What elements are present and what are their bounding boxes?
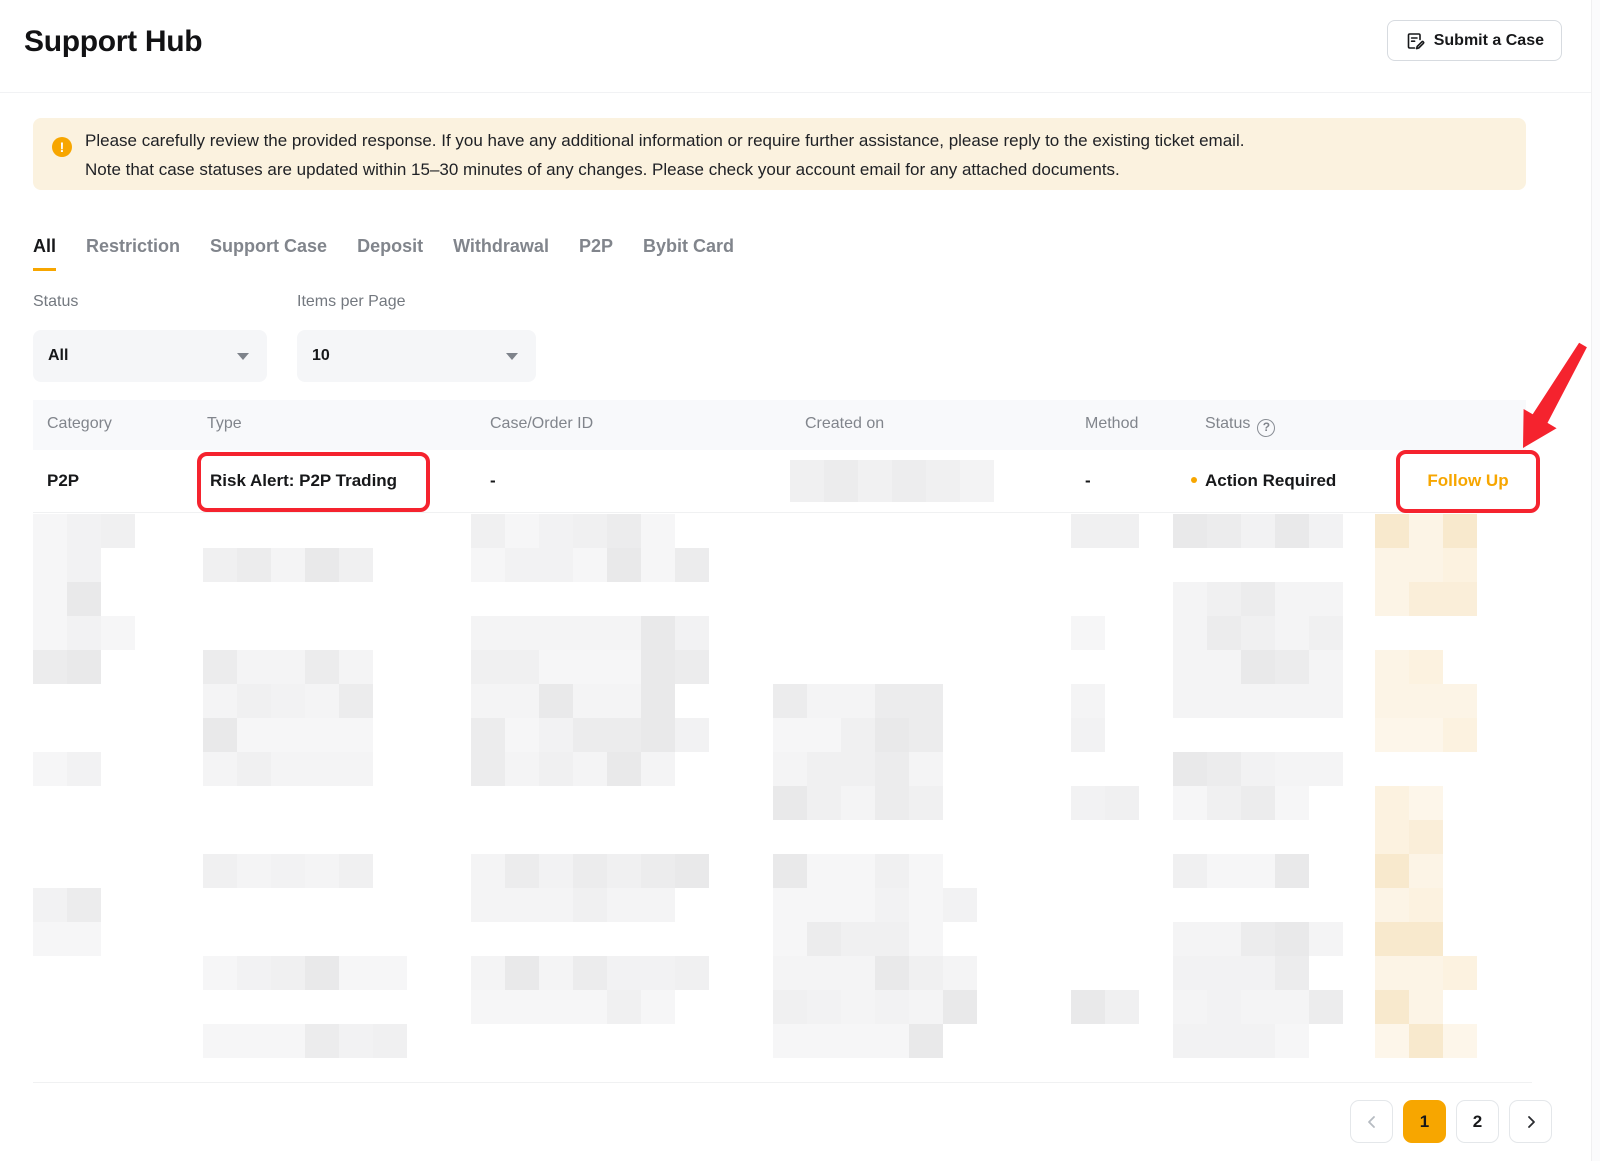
status-filter-label: Status — [33, 293, 78, 311]
notice-banner: ! Please carefully review the provided r… — [33, 118, 1526, 190]
tab-deposit[interactable]: Deposit — [357, 236, 423, 271]
redacted-created-on — [790, 460, 994, 502]
notice-line-2: Note that case statuses are updated with… — [85, 155, 1244, 184]
tab-restriction[interactable]: Restriction — [86, 236, 180, 271]
submit-case-button[interactable]: Submit a Case — [1387, 20, 1562, 61]
warning-icon: ! — [52, 137, 72, 157]
dropdown-caret-icon — [237, 353, 249, 360]
table-row: P2P Risk Alert: P2P Trading - - Action R… — [33, 450, 1526, 513]
status-help-icon[interactable]: ? — [1257, 419, 1275, 437]
notice-text: Please carefully review the provided res… — [85, 126, 1244, 184]
col-category: Category — [47, 415, 112, 433]
pagination-prev-button[interactable] — [1350, 1100, 1393, 1143]
status-text: Action Required — [1205, 471, 1336, 490]
items-per-page-value: 10 — [312, 347, 330, 365]
pagination-page-1-button[interactable]: 1 — [1403, 1100, 1446, 1143]
items-per-page-dropdown[interactable]: 10 — [297, 330, 536, 382]
submit-case-label: Submit a Case — [1434, 32, 1544, 50]
row-type: Risk Alert: P2P Trading — [210, 471, 397, 491]
status-filter-value: All — [48, 347, 68, 365]
items-per-page-label: Items per Page — [297, 293, 406, 311]
row-method: - — [1085, 471, 1091, 491]
row-status: Action Required — [1191, 471, 1336, 491]
page-title: Support Hub — [24, 25, 202, 59]
row-case-order-id: - — [490, 471, 496, 491]
status-dot-icon — [1191, 477, 1197, 483]
support-hub-page: Support Hub Submit a Case ! Please caref… — [0, 0, 1600, 1161]
tab-bybit-card[interactable]: Bybit Card — [643, 236, 734, 271]
tab-support-case[interactable]: Support Case — [210, 236, 327, 271]
scrollbar-track[interactable] — [1591, 0, 1600, 1161]
tab-p2p[interactable]: P2P — [579, 236, 613, 271]
chevron-right-icon — [1524, 1115, 1538, 1129]
status-filter-dropdown[interactable]: All — [33, 330, 267, 382]
col-type: Type — [207, 415, 242, 433]
col-created-on: Created on — [805, 415, 884, 433]
col-case-order-id: Case/Order ID — [490, 415, 593, 433]
category-tabs: All Restriction Support Case Deposit Wit… — [33, 236, 734, 271]
col-status-label: Status — [1205, 415, 1250, 432]
pagination-page-2-button[interactable]: 2 — [1456, 1100, 1499, 1143]
chevron-left-icon — [1365, 1115, 1379, 1129]
notice-line-1: Please carefully review the provided res… — [85, 126, 1244, 155]
submit-case-icon — [1405, 31, 1425, 51]
col-status: Status? — [1205, 415, 1275, 437]
follow-up-link[interactable]: Follow Up — [1396, 471, 1540, 491]
page-header: Support Hub Submit a Case — [0, 0, 1600, 93]
row-category: P2P — [47, 471, 79, 491]
tab-all[interactable]: All — [33, 236, 56, 271]
dropdown-caret-icon — [506, 353, 518, 360]
pagination: 1 2 — [1350, 1100, 1552, 1143]
tab-withdrawal[interactable]: Withdrawal — [453, 236, 549, 271]
col-method: Method — [1085, 415, 1138, 433]
pagination-next-button[interactable] — [1509, 1100, 1552, 1143]
table-header: Category Type Case/Order ID Created on M… — [33, 400, 1526, 450]
